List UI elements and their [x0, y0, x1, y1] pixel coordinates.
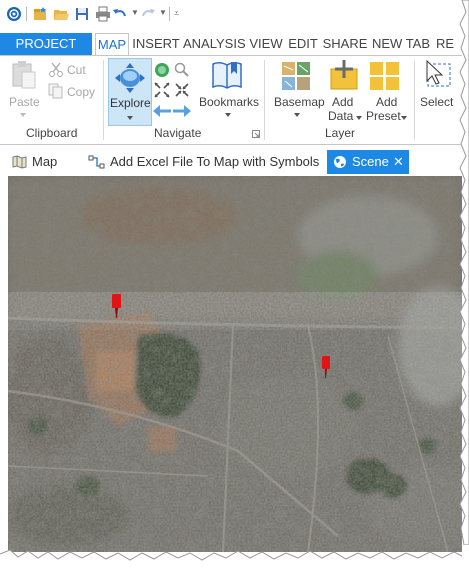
ribbon-tabs: PROJECT MAP INSERT ANALYSIS VIEW EDIT SH…: [0, 33, 462, 57]
tab-edit[interactable]: EDIT: [286, 33, 320, 55]
previous-extent-icon[interactable]: [152, 104, 172, 118]
add-data-label-2[interactable]: Data: [328, 109, 353, 123]
copy-label[interactable]: Copy: [67, 85, 95, 99]
full-extent-icon[interactable]: [154, 62, 170, 78]
toolbar-separator: [169, 7, 170, 21]
explore-dropdown-icon: [127, 116, 133, 120]
undo-dropdown-icon[interactable]: ▼: [131, 8, 139, 17]
explore-label: Explore: [110, 96, 151, 110]
basemap-dropdown-icon[interactable]: [294, 113, 300, 117]
add-data-icon[interactable]: [329, 59, 359, 91]
redo-dropdown-icon[interactable]: ▼: [159, 8, 167, 17]
app-icon[interactable]: [6, 6, 22, 22]
cut-label[interactable]: Cut: [67, 63, 86, 77]
copy-icon[interactable]: [48, 83, 64, 99]
paste-label[interactable]: Paste: [9, 95, 40, 109]
scene-map-canvas[interactable]: [8, 176, 462, 552]
torn-edge-decoration: [0, 540, 469, 570]
add-preset-label-2[interactable]: Preset: [366, 109, 401, 123]
save-icon[interactable]: [74, 6, 90, 22]
new-project-icon[interactable]: [32, 6, 48, 22]
globe-icon: [334, 156, 346, 168]
fixed-zoom-in-icon[interactable]: [154, 82, 170, 98]
tab-model-view[interactable]: Add Excel File To Map with Symbols: [110, 150, 319, 174]
map-view-icon[interactable]: [12, 155, 27, 169]
fixed-zoom-out-icon[interactable]: [174, 82, 190, 98]
tab-project[interactable]: PROJECT: [0, 33, 92, 55]
basemap-label[interactable]: Basemap: [274, 95, 325, 109]
toolbar-separator: [26, 7, 27, 21]
tab-scene-view[interactable]: Scene ✕: [327, 150, 409, 174]
redo-icon[interactable]: [139, 6, 157, 22]
torn-edge-decoration: [459, 0, 469, 545]
view-tabs: Map Add Excel File To Map with Symbols S…: [0, 150, 462, 174]
ribbon-panel: Paste Cut Copy Clipboard Explore Bookmar…: [0, 55, 462, 145]
tab-scene-label: Scene: [352, 154, 389, 169]
paste-dropdown-icon[interactable]: [20, 113, 26, 117]
select-label[interactable]: Select: [420, 95, 453, 109]
print-icon[interactable]: [95, 6, 111, 22]
zoom-to-selection-icon[interactable]: [174, 62, 190, 78]
satellite-imagery: [8, 176, 462, 552]
customize-icon[interactable]: ⩡: [174, 8, 179, 19]
basemap-icon[interactable]: [281, 61, 311, 91]
bookmarks-label[interactable]: Bookmarks: [199, 95, 259, 109]
next-extent-icon[interactable]: [172, 104, 192, 118]
open-project-icon[interactable]: [53, 6, 69, 22]
group-navigate-label: Navigate: [154, 126, 202, 140]
add-preset-dropdown-icon[interactable]: [401, 116, 407, 120]
bookmarks-icon[interactable]: [211, 60, 243, 90]
group-separator: [103, 60, 104, 140]
explore-button[interactable]: Explore: [108, 58, 152, 126]
quick-access-toolbar: ▼ ▼ ⩡: [0, 0, 462, 30]
add-preset-icon[interactable]: [369, 61, 401, 91]
add-preset-label-1[interactable]: Add: [376, 95, 397, 109]
tab-analysis[interactable]: ANALYSIS: [183, 33, 246, 55]
close-icon[interactable]: ✕: [393, 150, 404, 174]
tab-share[interactable]: SHARE: [322, 33, 368, 55]
cut-icon[interactable]: [48, 62, 64, 78]
tab-map[interactable]: MAP: [95, 33, 129, 57]
tab-insert[interactable]: INSERT: [131, 33, 181, 55]
layout-view-icon[interactable]: [88, 155, 106, 169]
tab-map-view[interactable]: Map: [32, 150, 57, 174]
group-separator: [414, 60, 415, 140]
add-data-dropdown-icon[interactable]: [356, 116, 362, 120]
bookmarks-dropdown-icon[interactable]: [225, 113, 231, 117]
select-icon[interactable]: [423, 59, 453, 89]
group-clipboard-label: Clipboard: [26, 126, 78, 140]
tab-view[interactable]: VIEW: [248, 33, 284, 55]
add-data-label-1[interactable]: Add: [332, 95, 353, 109]
paste-icon[interactable]: [10, 60, 38, 90]
tab-new-tab[interactable]: NEW TAB: [370, 33, 432, 55]
arcgis-pro-window: ▼ ▼ ⩡ PROJECT MAP INSERT ANALYSIS VIEW E…: [0, 0, 462, 552]
group-separator: [264, 60, 265, 140]
dialog-launcher-icon[interactable]: [252, 130, 260, 138]
explore-icon: [115, 63, 145, 93]
group-layer-label: Layer: [325, 126, 356, 140]
undo-icon[interactable]: [111, 6, 129, 22]
